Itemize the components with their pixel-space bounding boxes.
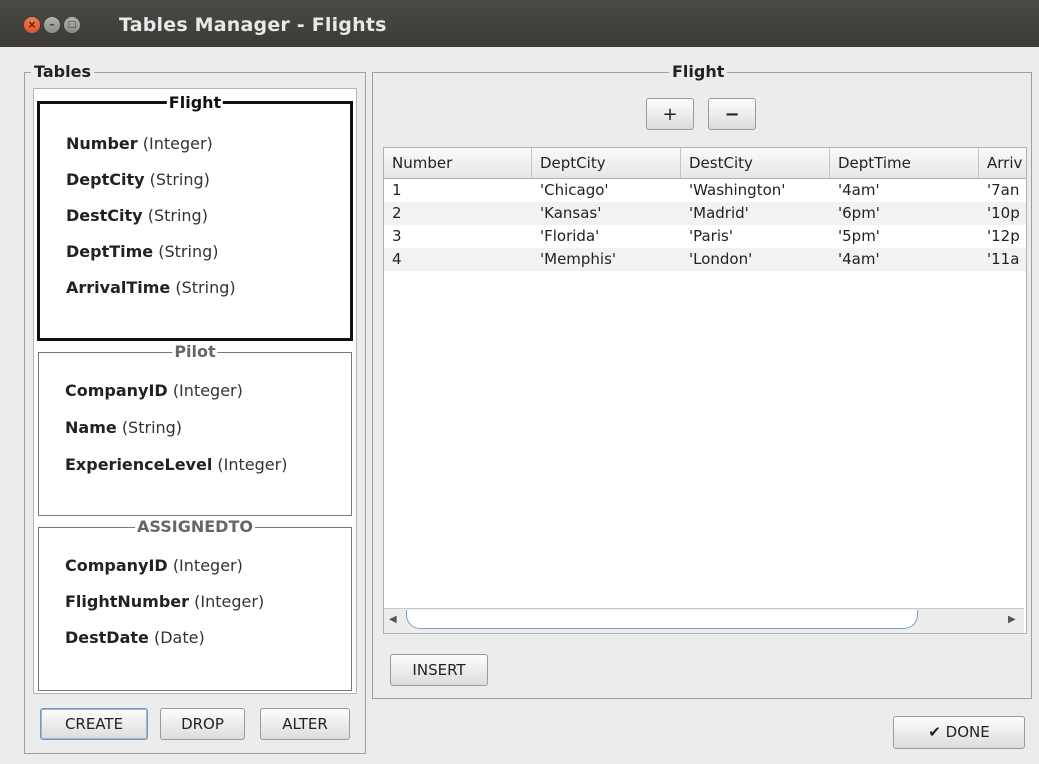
attribute-type: (String) [149,170,210,189]
attribute-type: (String) [147,206,208,225]
table-cell[interactable]: '5pm' [830,225,979,248]
attribute-name: DestDate [65,628,149,647]
attribute-type: (Integer) [217,455,288,474]
attribute-type: (String) [175,278,236,297]
column-header[interactable]: DeptTime [830,148,979,178]
window-minimize-button[interactable]: – [44,17,60,33]
table-cell[interactable]: 1 [384,179,532,202]
table-cell[interactable]: '4am' [830,179,979,202]
done-button[interactable]: ✔ DONE [893,716,1025,749]
table-cell[interactable]: '4am' [830,248,979,271]
drop-button[interactable]: DROP [160,708,245,740]
attribute-name: ArrivalTime [66,278,171,297]
table-cell[interactable]: 2 [384,202,532,225]
tables-panel: Tables Flight Number (Integer) DeptCity … [24,62,366,754]
check-icon: ✔ [928,723,941,741]
attribute-type: (Integer) [142,134,213,153]
attribute-row: CompanyID (Integer) [65,556,243,575]
table-row[interactable]: 2 'Kansas' 'Madrid' '6pm' '10p [384,202,1026,225]
attribute-type: (Integer) [172,381,243,400]
attribute-name: ExperienceLevel [65,455,213,474]
table-cell[interactable]: '7an [979,179,1026,202]
horizontal-scrollbar[interactable]: ◀ ▶ [384,608,1024,633]
window-title: Tables Manager - Flights [119,14,387,36]
attribute-row: ExperienceLevel (Integer) [65,455,287,474]
window-maximize-button[interactable]: □ [64,17,80,33]
table-cell[interactable]: '11a [979,248,1026,271]
table-cell[interactable]: 3 [384,225,532,248]
attribute-name: FlightNumber [65,592,190,611]
table-card-flight[interactable]: Flight Number (Integer) DeptCity (String… [37,93,353,341]
attribute-row: DestCity (String) [66,206,208,225]
attribute-row: FlightNumber (Integer) [65,592,264,611]
table-cell[interactable]: '10p [979,202,1026,225]
attribute-name: DeptTime [66,242,154,261]
attribute-type: (String) [121,418,183,437]
attribute-type: (Date) [153,628,205,647]
tables-list[interactable]: Flight Number (Integer) DeptCity (String… [33,88,357,694]
attribute-type: (Integer) [194,592,265,611]
done-button-label: DONE [945,723,990,741]
table-card-title: Flight [166,93,224,112]
table-cell[interactable]: 'Washington' [681,179,830,202]
attribute-row: DeptCity (String) [66,170,210,189]
table-card-assignedto[interactable]: ASSIGNEDTO CompanyID (Integer) FlightNum… [38,517,352,691]
table-cell[interactable]: 4 [384,248,532,271]
table-cell[interactable]: 'Florida' [532,225,681,248]
table-cell[interactable]: 'Chicago' [532,179,681,202]
table-row[interactable]: 4 'Memphis' 'London' '4am' '11a [384,248,1026,271]
attribute-row: Number (Integer) [66,134,213,153]
add-row-button[interactable]: + [646,98,694,130]
table-cell[interactable]: '12p [979,225,1026,248]
alter-button[interactable]: ALTER [260,708,350,740]
table-card-pilot[interactable]: Pilot CompanyID (Integer) Name (String) … [38,342,352,516]
window-close-button[interactable]: × [24,17,40,33]
table-cell[interactable]: 'Paris' [681,225,830,248]
table-card-title: Pilot [172,342,218,361]
table-card-title: ASSIGNEDTO [135,517,255,536]
attribute-name: Name [65,418,117,437]
attribute-name: CompanyID [65,556,168,575]
attribute-name: Number [66,134,138,153]
table-cell[interactable]: 'London' [681,248,830,271]
tables-panel-legend: Tables [31,62,94,81]
scroll-right-icon[interactable]: ▶ [1008,614,1016,625]
table-cell[interactable]: 'Madrid' [681,202,830,225]
window-titlebar: × – □ Tables Manager - Flights [0,0,1039,47]
attribute-type: (Integer) [172,556,243,575]
column-header[interactable]: Number [384,148,532,178]
column-header[interactable]: Arriv [979,148,1026,178]
create-button[interactable]: CREATE [40,708,148,740]
attribute-name: DestCity [66,206,143,225]
column-header[interactable]: DestCity [681,148,830,178]
table-cell[interactable]: 'Memphis' [532,248,681,271]
attribute-row: ArrivalTime (String) [66,278,236,297]
scrollbar-thumb[interactable] [406,610,918,629]
table-header: Number DeptCity DestCity DeptTime Arriv [384,148,1026,179]
attribute-row: DeptTime (String) [66,242,218,261]
table-cell[interactable]: 'Kansas' [532,202,681,225]
attribute-type: (String) [158,242,219,261]
table-data-panel: Flight + − Number DeptCity DestCity Dept… [372,62,1032,699]
table-row[interactable]: 1 'Chicago' 'Washington' '4am' '7an [384,179,1026,202]
column-header[interactable]: DeptCity [532,148,681,178]
table-data-panel-legend: Flight [669,62,728,81]
remove-row-button[interactable]: − [708,98,756,130]
data-table[interactable]: Number DeptCity DestCity DeptTime Arriv … [383,147,1027,634]
table-row[interactable]: 3 'Florida' 'Paris' '5pm' '12p [384,225,1026,248]
attribute-name: DeptCity [66,170,145,189]
attribute-row: Name (String) [65,418,182,437]
attribute-name: CompanyID [65,381,168,400]
insert-button[interactable]: INSERT [390,654,488,686]
attribute-row: CompanyID (Integer) [65,381,243,400]
table-cell[interactable]: '6pm' [830,202,979,225]
scroll-left-icon[interactable]: ◀ [389,614,397,625]
attribute-row: DestDate (Date) [65,628,205,647]
